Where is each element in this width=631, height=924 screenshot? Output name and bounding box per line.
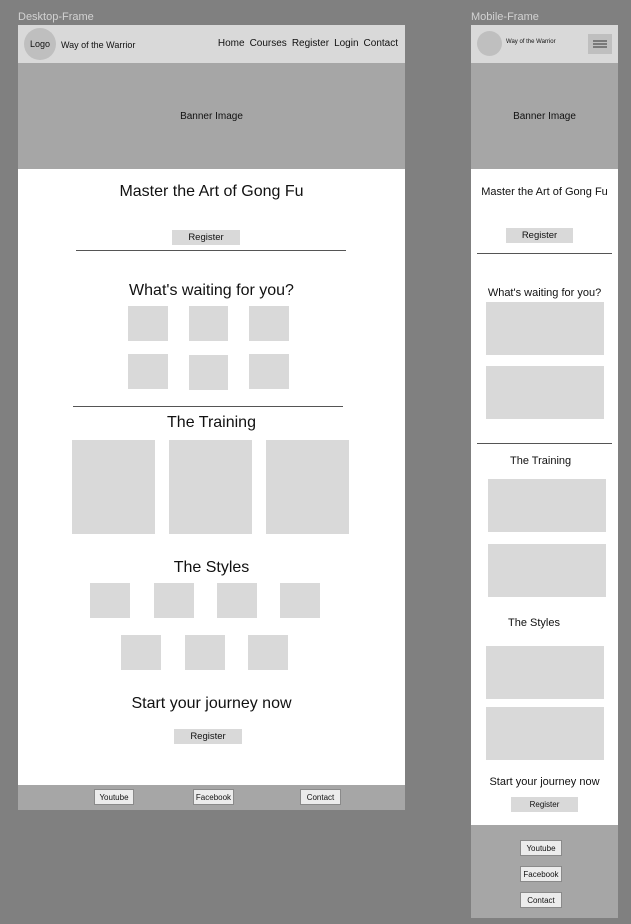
style-image <box>154 583 194 618</box>
style-image <box>185 635 225 670</box>
feature-image <box>128 306 168 341</box>
training-image <box>169 440 252 534</box>
journey-title: Start your journey now <box>131 695 292 712</box>
youtube-link[interactable]: Youtube <box>94 789 134 805</box>
styles-title: The Styles <box>173 559 250 576</box>
desktop-footer: Youtube Facebook Contact <box>18 785 405 810</box>
contact-link[interactable]: Contact <box>300 789 341 805</box>
mobile-footer: Youtube Facebook Contact <box>471 825 618 918</box>
nav-login[interactable]: Login <box>334 38 358 49</box>
nav-links: Home Courses Register Login Contact <box>213 38 398 49</box>
nav-register[interactable]: Register <box>292 38 329 49</box>
hero-title: Master the Art of Gong Fu <box>481 186 608 198</box>
facebook-link[interactable]: Facebook <box>520 866 562 882</box>
register-button[interactable]: Register <box>172 230 240 245</box>
style-image <box>121 635 161 670</box>
waiting-title: What's waiting for you? <box>487 287 602 299</box>
style-image <box>486 707 604 760</box>
nav-courses[interactable]: Courses <box>250 38 287 49</box>
register-button[interactable]: Register <box>506 228 573 243</box>
training-image <box>488 479 606 532</box>
training-title: The Training <box>510 455 572 467</box>
style-image <box>280 583 320 618</box>
training-image <box>488 544 606 597</box>
banner-image: Banner Image <box>471 63 618 169</box>
mobile-navbar: Way of the Warrior <box>471 25 618 63</box>
training-title: The Training <box>167 414 256 431</box>
feature-image <box>486 366 604 419</box>
mobile-frame-label: Mobile-Frame <box>471 11 539 23</box>
site-title: Way of the Warrior <box>61 40 136 50</box>
nav-contact[interactable]: Contact <box>364 38 398 49</box>
training-image <box>72 440 155 534</box>
feature-image <box>189 306 228 341</box>
hero-title: Master the Art of Gong Fu <box>119 183 304 200</box>
logo[interactable]: Logo <box>24 28 56 60</box>
hamburger-menu-button[interactable] <box>588 34 612 54</box>
style-image <box>486 646 604 699</box>
desktop-navbar: Logo Way of the Warrior Home Courses Reg… <box>18 25 405 63</box>
feature-image <box>486 302 604 355</box>
feature-image <box>249 306 289 341</box>
style-image <box>248 635 288 670</box>
waiting-title: What's waiting for you? <box>129 282 294 299</box>
desktop-frame: Logo Way of the Warrior Home Courses Reg… <box>18 25 405 810</box>
style-image <box>90 583 130 618</box>
desktop-frame-label: Desktop-Frame <box>18 11 94 23</box>
site-title: Way of the Warrior <box>506 39 556 45</box>
logo[interactable] <box>477 31 502 56</box>
style-image <box>217 583 257 618</box>
divider <box>477 253 612 254</box>
journey-register-button[interactable]: Register <box>174 729 242 744</box>
contact-link[interactable]: Contact <box>520 892 562 908</box>
journey-register-button[interactable]: Register <box>511 797 578 812</box>
mobile-frame: Way of the Warrior Banner Image Master t… <box>471 25 618 918</box>
divider <box>477 443 612 444</box>
hamburger-icon <box>593 40 607 48</box>
styles-title: The Styles <box>508 617 560 629</box>
feature-image <box>128 354 168 389</box>
banner-label: Banner Image <box>513 110 576 122</box>
divider <box>73 406 343 407</box>
youtube-link[interactable]: Youtube <box>520 840 562 856</box>
feature-image <box>189 355 228 390</box>
banner-label: Banner Image <box>180 110 243 122</box>
facebook-link[interactable]: Facebook <box>193 789 234 805</box>
training-image <box>266 440 349 534</box>
feature-image <box>249 354 289 389</box>
journey-title: Start your journey now <box>489 776 600 788</box>
banner-image: Banner Image <box>18 63 405 169</box>
nav-home[interactable]: Home <box>218 38 245 49</box>
divider <box>76 250 346 251</box>
